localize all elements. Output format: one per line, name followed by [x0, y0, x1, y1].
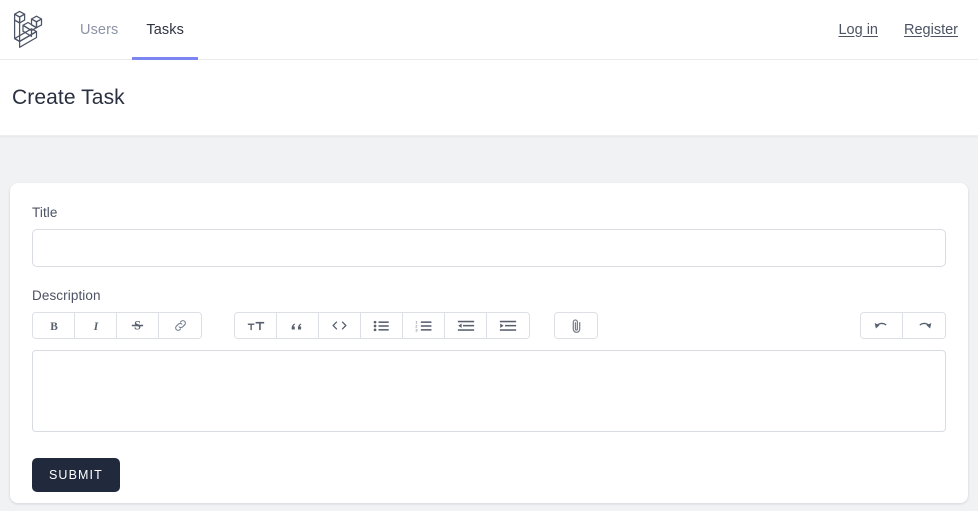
numbered-list-icon: 1 2 3 — [415, 319, 433, 333]
brand-logo[interactable] — [10, 0, 66, 59]
outdent-button[interactable] — [445, 313, 487, 338]
app-root: Users Tasks Log in Register Create Task … — [0, 0, 978, 511]
page-header: Create Task — [0, 60, 978, 136]
submit-button[interactable]: SUBMIT — [32, 458, 120, 492]
italic-button[interactable]: I — [75, 313, 117, 338]
redo-button[interactable] — [903, 313, 945, 338]
toolbar-group-text-style: B I S — [32, 312, 202, 339]
title-field-block: Title — [32, 205, 946, 267]
link-button[interactable] — [159, 313, 201, 338]
nav-link-tasks[interactable]: Tasks — [132, 0, 198, 60]
code-button[interactable] — [319, 313, 361, 338]
undo-icon — [873, 319, 890, 333]
italic-icon: I — [89, 319, 103, 333]
link-icon — [173, 318, 188, 333]
title-input[interactable] — [32, 229, 946, 267]
svg-text:3: 3 — [415, 328, 417, 332]
toolbar-group-history — [860, 312, 946, 339]
register-link[interactable]: Register — [904, 22, 958, 38]
toolbar-group-block-style: 1 2 3 — [234, 312, 530, 339]
indent-button[interactable] — [487, 313, 529, 338]
login-link[interactable]: Log in — [838, 22, 878, 38]
numbered-list-button[interactable]: 1 2 3 — [403, 313, 445, 338]
navbar-left: Users Tasks — [10, 0, 198, 60]
heading-button[interactable] — [235, 313, 277, 338]
create-task-card: Title Description B I 1 2 3 SUBMIT — [10, 183, 968, 503]
attach-files-button[interactable] — [555, 313, 597, 338]
laravel-logo-icon — [10, 10, 48, 50]
bullet-list-button[interactable] — [361, 313, 403, 338]
heading-icon — [247, 319, 265, 333]
code-icon — [331, 319, 348, 332]
editor-toolbar: B I S — [32, 312, 946, 339]
strikethrough-button[interactable]: S — [117, 313, 159, 338]
description-textarea[interactable] — [32, 350, 946, 432]
undo-button[interactable] — [861, 313, 903, 338]
description-field-block: Description B I 1 2 3 — [32, 288, 946, 437]
outdent-icon — [457, 319, 475, 333]
redo-icon — [916, 319, 933, 333]
page-content: Title Description B I 1 2 3 SUBMIT — [0, 136, 978, 503]
navbar-right: Log in Register — [838, 0, 978, 59]
bold-button[interactable]: B — [33, 313, 75, 338]
nav-link-users[interactable]: Users — [66, 0, 132, 59]
top-navbar: Users Tasks Log in Register — [0, 0, 978, 60]
page-title: Create Task — [12, 85, 125, 109]
svg-text:I: I — [92, 320, 98, 332]
title-label: Title — [32, 205, 58, 220]
quote-button[interactable] — [277, 313, 319, 338]
paperclip-icon — [569, 318, 584, 334]
quote-icon — [290, 319, 305, 333]
svg-text:B: B — [50, 320, 58, 332]
toolbar-group-attachment — [554, 312, 598, 339]
bullet-list-icon — [373, 319, 390, 333]
description-label: Description — [32, 288, 101, 303]
strikethrough-icon: S — [130, 318, 145, 333]
bold-icon: B — [47, 319, 61, 333]
indent-icon — [499, 319, 517, 333]
primary-nav: Users Tasks — [66, 0, 198, 60]
